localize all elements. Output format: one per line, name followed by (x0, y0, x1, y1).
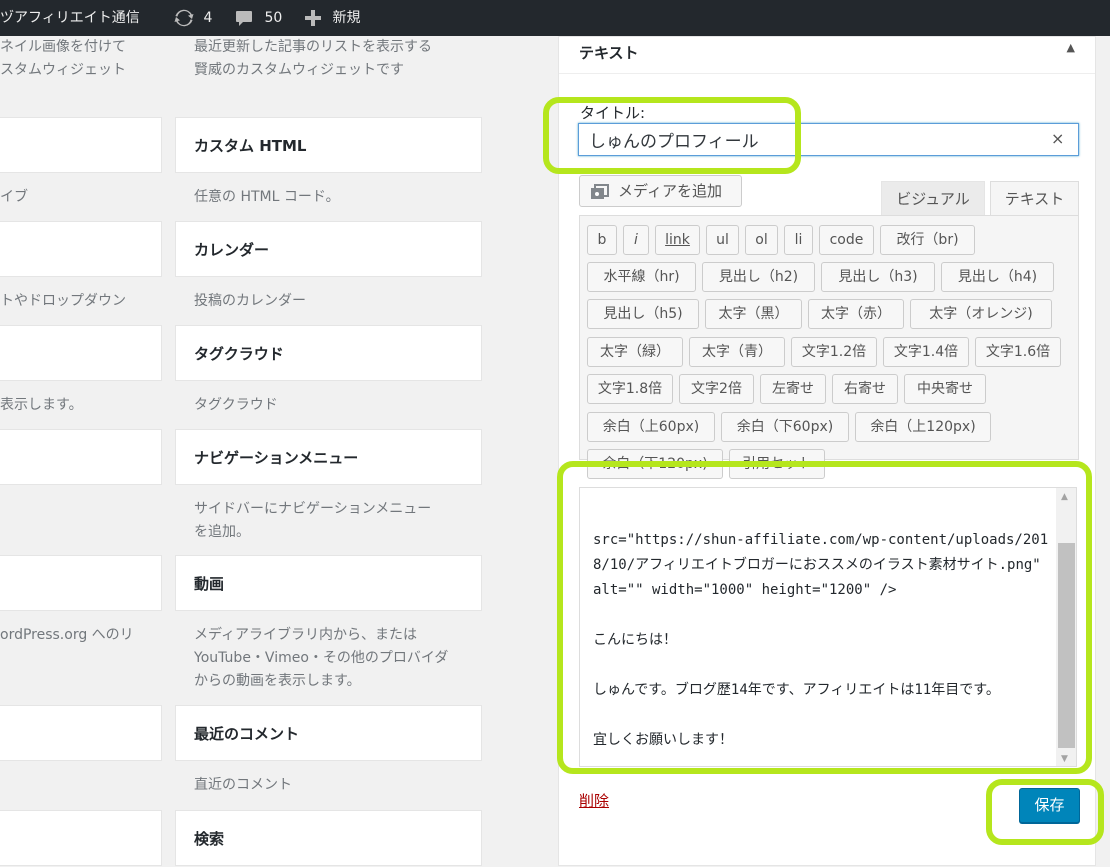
qt-br-button[interactable]: 改行（br) (880, 225, 975, 255)
delete-link[interactable]: 削除 (579, 790, 609, 811)
qt-bold-black-button[interactable]: 太字（黒） (705, 299, 802, 329)
qt-size-2-button[interactable]: 文字2倍 (679, 374, 754, 404)
widget-item[interactable] (0, 810, 162, 866)
qt-bold-green-button[interactable]: 太字（緑） (587, 337, 683, 367)
comments-link[interactable]: 50 (234, 0, 282, 36)
qt-h4-button[interactable]: 見出し（h4) (941, 262, 1054, 292)
new-label: 新規 (332, 10, 361, 26)
qt-li-button[interactable]: li (784, 225, 813, 255)
widget-tag-cloud[interactable]: タグクラウド (175, 325, 482, 381)
qt-size-12-button[interactable]: 文字1.2倍 (791, 337, 877, 367)
refresh-icon (173, 9, 199, 27)
highlight-annotation (986, 779, 1104, 845)
widget-custom-html[interactable]: カスタム HTML (175, 117, 482, 173)
desc-line: 最近更新した記事のリストを表示する (194, 39, 432, 55)
widget-item[interactable] (0, 325, 162, 381)
qt-bold-red-button[interactable]: 太字（赤） (808, 299, 904, 329)
highlight-annotation (557, 461, 1092, 774)
desc-line: を追加。 (194, 524, 250, 540)
qt-hr-button[interactable]: 水平線（hr) (587, 262, 696, 292)
new-content-link[interactable]: 新規 (304, 0, 360, 36)
widget-description: 表示します。 (0, 397, 83, 413)
collapse-arrow-icon[interactable]: ▲ (1067, 41, 1075, 54)
desc-line: サイドバーにナビゲーションメニュー (194, 501, 432, 517)
desc-line: ネイル画像を付けて (0, 39, 126, 55)
qt-h5-button[interactable]: 見出し（h5) (587, 299, 699, 329)
widget-header-title: テキスト (579, 44, 639, 62)
tab-visual[interactable]: ビジュアル (881, 181, 985, 216)
site-name-link[interactable]: ヅアフィリエイト通信 (0, 0, 140, 36)
qt-h3-button[interactable]: 見出し（h3) (821, 262, 935, 292)
qt-size-14-button[interactable]: 文字1.4倍 (883, 337, 969, 367)
media-icon (590, 182, 610, 212)
widget-item[interactable] (0, 117, 162, 173)
widget-item[interactable] (0, 555, 162, 611)
widget-description: タグクラウド (194, 397, 278, 413)
widget-description: 最近更新した記事のリストを表示する 賢威のカスタムウィジェットです (194, 36, 432, 82)
clear-icon[interactable]: × (1051, 129, 1064, 148)
desc-line: メディアライブラリ内から、または (194, 627, 418, 643)
widget-video[interactable]: 動画 (175, 555, 482, 611)
widget-description: 任意の HTML コード。 (194, 189, 340, 205)
qt-ul-button[interactable]: ul (706, 225, 739, 255)
widget-description: 投稿のカレンダー (194, 293, 306, 309)
widget-description: トやドロップダウン (0, 293, 126, 309)
qt-align-left-button[interactable]: 左寄せ (760, 374, 826, 404)
qt-ol-button[interactable]: ol (745, 225, 778, 255)
widget-description: ネイル画像を付けて スタムウィジェット (0, 36, 126, 82)
qt-bold-button[interactable]: b (587, 225, 617, 255)
qt-align-center-button[interactable]: 中央寄せ (904, 374, 986, 404)
admin-bar: ヅアフィリエイト通信 4 50 新規 (0, 0, 1110, 36)
desc-line: スタムウィジェット (0, 62, 126, 78)
desc-line: 賢威のカスタムウィジェットです (194, 62, 404, 78)
highlight-annotation (543, 97, 801, 174)
add-media-button[interactable]: メディアを追加 (579, 175, 742, 207)
qt-margin-bottom-60-button[interactable]: 余白（下60px) (721, 412, 849, 442)
comments-count: 50 (264, 10, 283, 26)
widget-search[interactable]: 検索 (175, 810, 482, 866)
widget-header[interactable]: テキスト ▲ (559, 37, 1095, 74)
qt-italic-button[interactable]: i (623, 225, 649, 255)
tab-text[interactable]: テキスト (990, 181, 1079, 216)
plus-icon (304, 10, 326, 26)
desc-line: からの動画を表示します。 (194, 673, 361, 689)
widget-description: メディアライブラリ内から、または YouTube・Vimeo・その他のプロバイダ… (194, 624, 448, 693)
updates-count: 4 (203, 10, 213, 26)
qt-bold-orange-button[interactable]: 太字（オレンジ) (910, 299, 1052, 329)
widget-description: ordPress.org へのリ (0, 627, 134, 643)
comment-icon (234, 10, 258, 26)
qt-h2-button[interactable]: 見出し（h2) (702, 262, 815, 292)
widget-description: サイドバーにナビゲーションメニュー を追加。 (194, 498, 431, 544)
widget-item[interactable] (0, 705, 162, 761)
qt-link-button[interactable]: link (655, 225, 700, 255)
widget-calendar[interactable]: カレンダー (175, 221, 482, 277)
qt-size-18-button[interactable]: 文字1.8倍 (587, 374, 673, 404)
qt-align-right-button[interactable]: 右寄せ (832, 374, 898, 404)
widget-description: 直近のコメント (194, 777, 292, 793)
widget-recent-comments[interactable]: 最近のコメント (175, 705, 482, 761)
qt-code-button[interactable]: code (819, 225, 874, 255)
widget-description: イブ (0, 189, 28, 205)
qt-bold-blue-button[interactable]: 太字（青） (689, 337, 785, 367)
updates-link[interactable]: 4 (173, 0, 212, 36)
widget-item[interactable] (0, 221, 162, 277)
add-media-label: メディアを追加 (618, 182, 722, 200)
qt-margin-top-60-button[interactable]: 余白（上60px) (587, 412, 715, 442)
widget-item[interactable] (0, 429, 162, 485)
qt-size-16-button[interactable]: 文字1.6倍 (975, 337, 1061, 367)
qt-margin-top-120-button[interactable]: 余白（上120px) (855, 412, 991, 442)
widget-navigation-menu[interactable]: ナビゲーションメニュー (175, 429, 482, 485)
desc-line: YouTube・Vimeo・その他のプロバイダ (194, 650, 449, 666)
